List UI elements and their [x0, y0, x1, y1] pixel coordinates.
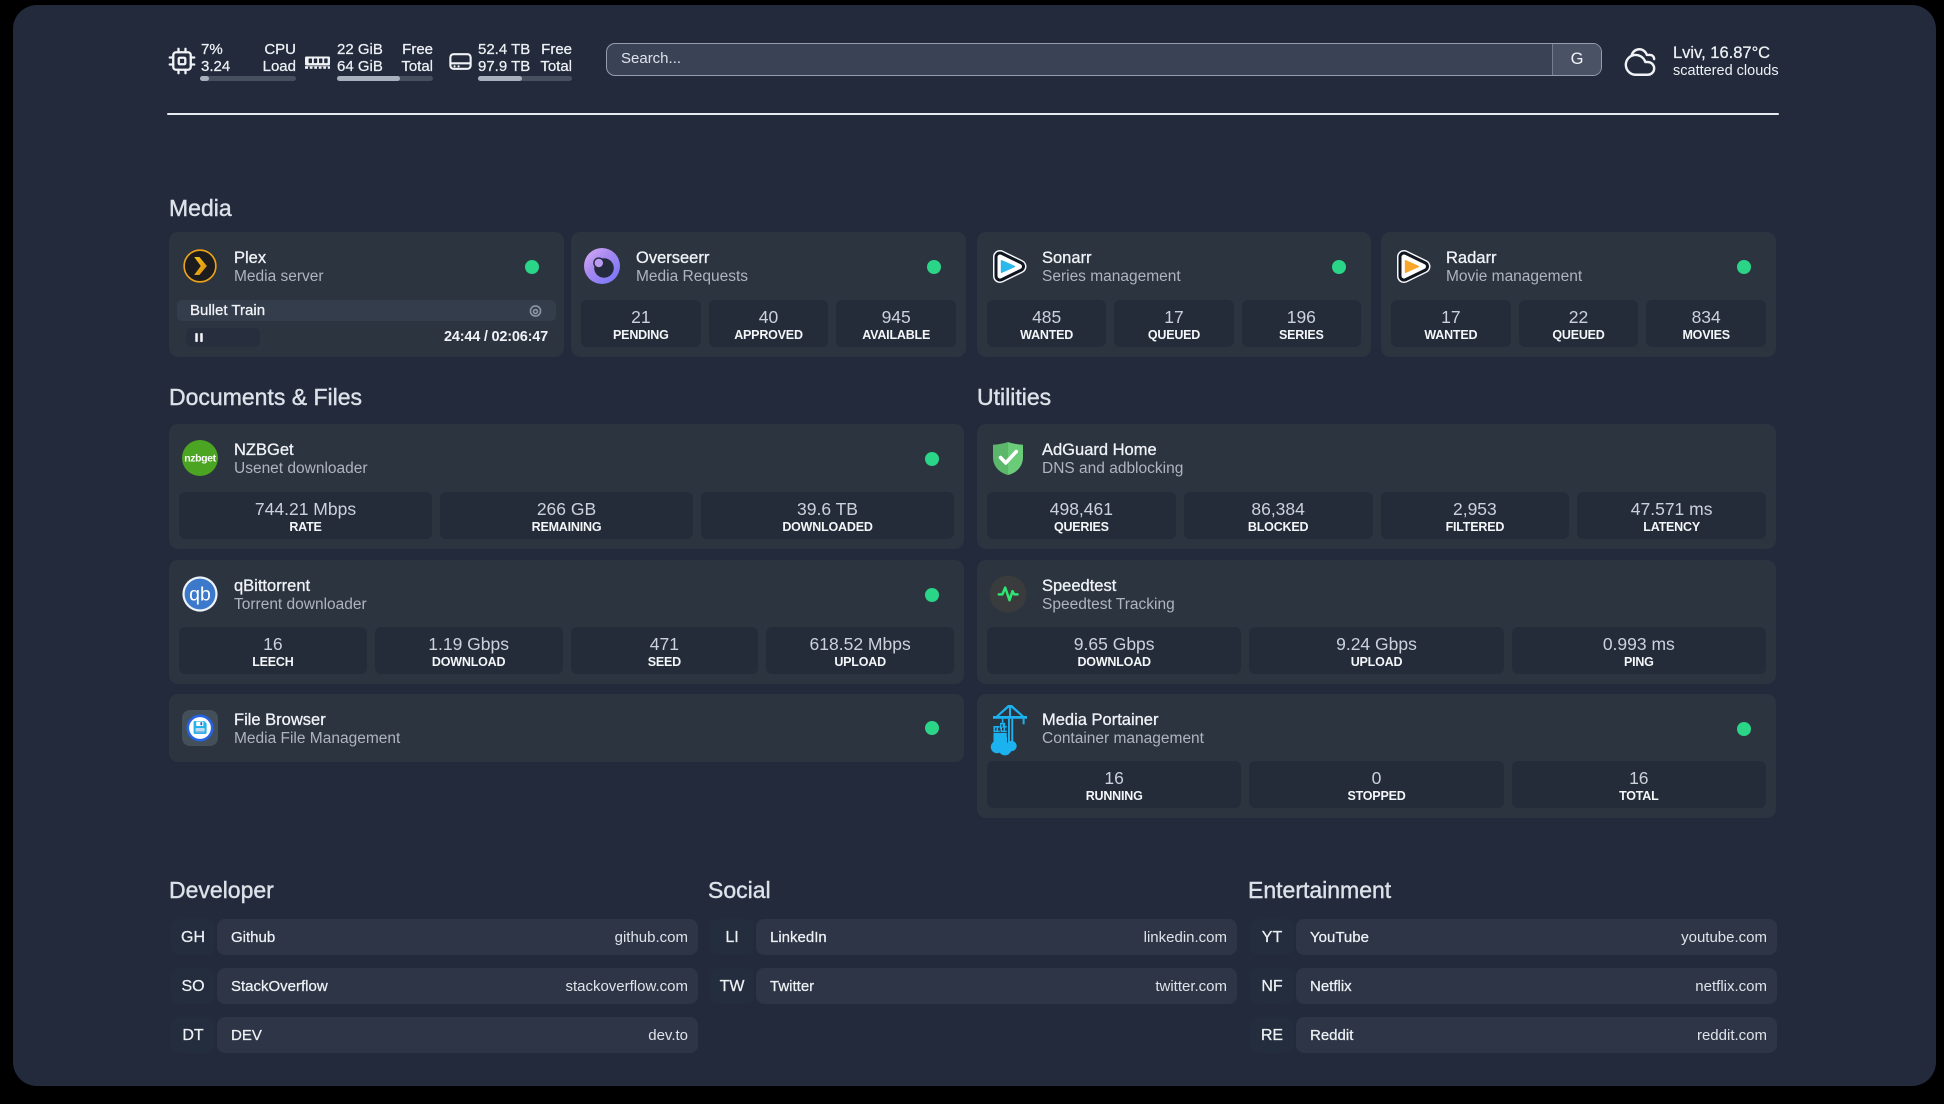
svg-text:qb: qb	[189, 584, 211, 606]
svg-text:nzbget: nzbget	[184, 453, 216, 465]
